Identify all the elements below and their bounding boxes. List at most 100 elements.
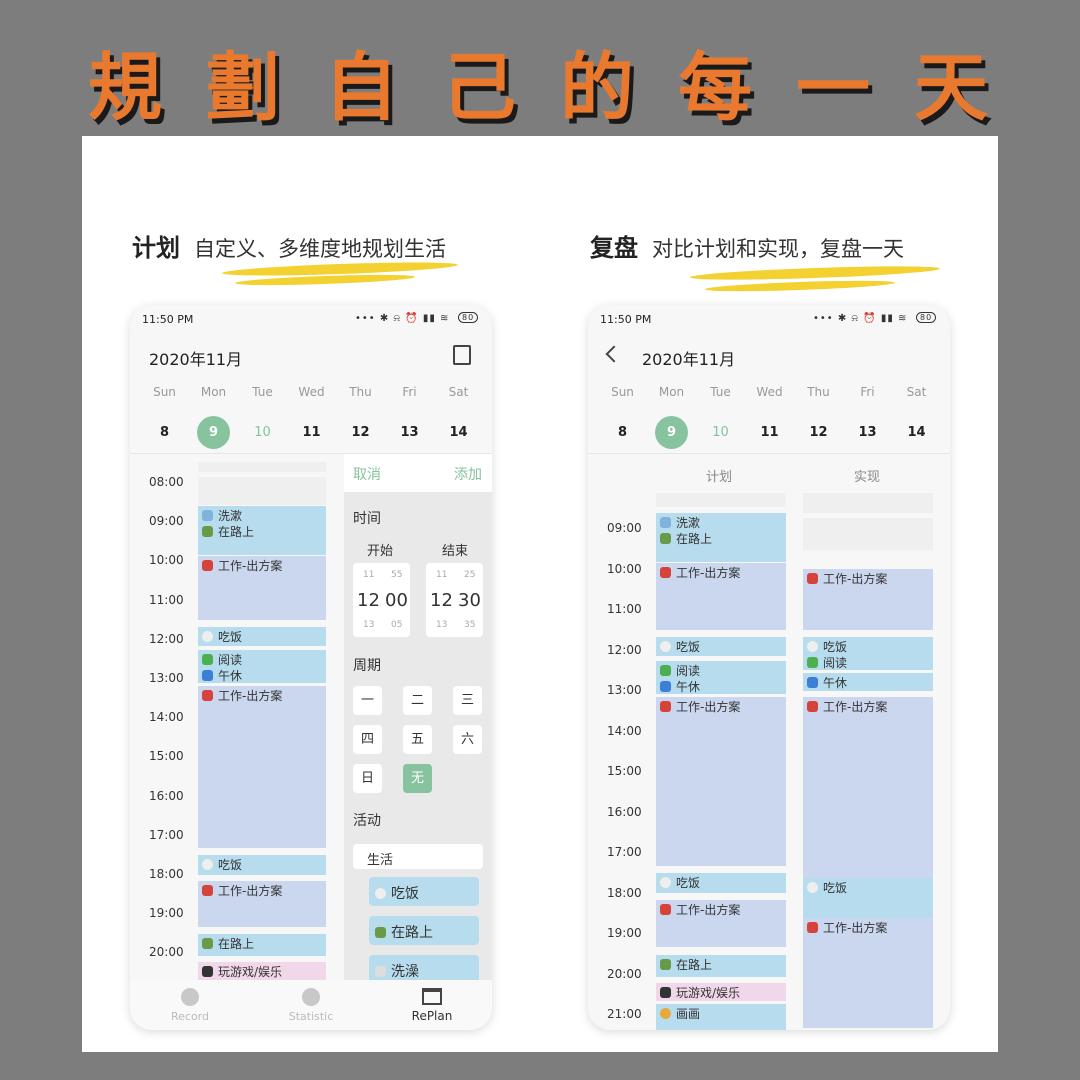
cycle-option[interactable]: 六 [453,725,482,754]
event-block[interactable]: 工作-出方案 [656,900,786,947]
hour-label: 12:00 [149,631,184,646]
event-block[interactable]: 阅读 午休 [198,650,326,683]
sleep-icon [202,670,213,681]
date-selected[interactable]: 9 [189,416,238,449]
event-block[interactable]: 工作-出方案 [803,569,933,630]
event-block[interactable]: 洗漱 在路上 [656,513,786,562]
cycle-option[interactable]: 三 [453,686,482,715]
event-block[interactable]: 午休 [803,673,933,691]
event-label: 玩游戏/娱乐 [218,965,283,979]
date-today[interactable]: 10 [238,425,287,440]
back-icon[interactable] [605,345,623,363]
weekday: Sat [906,385,927,399]
panel-header: 取消 添加 [344,454,492,492]
event-block[interactable]: 吃饭 [656,637,786,656]
activity-label: 洗澡 [391,964,419,980]
event-block[interactable]: 工作-出方案 [656,563,786,630]
cycle-option[interactable]: 二 [403,686,432,715]
hour-label: 20:00 [149,945,184,960]
start-time-picker[interactable]: 11 55 12 00 13 05 [353,563,410,637]
status-time: 11:50 PM [600,313,652,326]
clover-icon [202,654,213,665]
event-block[interactable]: 工作-出方案 [198,881,326,927]
hour-label: 15:00 [607,764,642,778]
date[interactable]: 13 [843,425,892,440]
date[interactable]: 14 [892,425,941,440]
cycle-option[interactable]: 五 [403,725,432,754]
hour-label: 21:00 [607,1007,642,1021]
date[interactable]: 8 [140,425,189,440]
hour-label: 11:00 [607,602,642,616]
hour-label: 20:00 [607,966,642,981]
event-block[interactable]: 在路上 [656,955,786,977]
empty-slot [803,493,933,513]
walking-icon [375,927,386,938]
list-card-icon [422,988,442,1005]
date[interactable]: 12 [336,425,385,440]
cycle-option[interactable]: 四 [353,725,382,754]
cycle-option[interactable]: 日 [353,764,382,793]
weekday: Sat [448,385,469,399]
event-block[interactable]: 工作-出方案 [198,686,326,848]
event-block[interactable]: 工作-出方案 [803,918,933,1028]
activity-item[interactable]: 吃饭 [369,877,479,906]
walking-icon [202,938,213,949]
activity-item[interactable]: 在路上 [369,916,479,945]
event-block[interactable]: 工作-出方案 [656,697,786,866]
notebook-icon[interactable] [453,345,471,365]
rice-icon [375,888,386,899]
event-block[interactable]: 吃饭 [803,878,933,918]
nav-replan[interactable]: RePlan [372,988,492,1030]
event-block[interactable]: 工作-出方案 [198,556,326,620]
activity-label: 在路上 [391,925,433,941]
event-block[interactable]: 玩游戏/娱乐 [656,983,786,1001]
event-block[interactable]: 阅读 午休 [656,661,786,694]
picker-minute: 30 [458,590,481,611]
date[interactable]: 11 [745,425,794,440]
weekday: Thu [807,385,830,399]
event-label: 午休 [823,676,848,690]
event-block[interactable]: 工作-出方案 [803,697,933,878]
event-block[interactable]: 在路上 [198,934,326,956]
date[interactable]: 11 [287,425,336,440]
weekday-row: Sun Mon Tue Wed Thu Fri Sat [598,385,941,399]
date[interactable]: 12 [794,425,843,440]
picker-value: 11 [436,570,448,580]
add-button[interactable]: 添加 [454,464,482,484]
end-time-picker[interactable]: 11 25 12 30 13 35 [426,563,483,637]
santa-icon [807,573,818,584]
cycle-option[interactable]: 一 [353,686,382,715]
clover-icon [660,665,671,676]
status-icons: ••• ✱ ⍾ ⏰ ▮▮ ≋ [813,313,908,324]
event-label: 工作-出方案 [218,689,283,703]
walking-icon [202,526,213,537]
category-select[interactable]: 生活 [353,844,483,869]
hour-label: 08:00 [149,475,184,489]
month-title[interactable]: 2020年11月 [149,346,242,370]
date[interactable]: 13 [385,425,434,440]
event-block[interactable]: 洗漱 在路上 [198,506,326,555]
date-today[interactable]: 10 [696,425,745,440]
nav-record[interactable]: Record [130,988,250,1030]
event-block[interactable]: 画画 [656,1004,786,1030]
date[interactable]: 14 [434,425,483,440]
date[interactable]: 8 [598,425,647,440]
date-selected[interactable]: 9 [647,416,696,449]
weekday-row: Sun Mon Tue Wed Thu Fri Sat [140,385,483,399]
event-block[interactable]: 吃饭 [198,627,326,646]
event-label: 吃饭 [823,640,848,654]
event-block[interactable]: 吃饭 [198,855,326,875]
cycle-option-selected[interactable]: 无 [403,764,432,793]
event-label: 工作-出方案 [823,921,888,935]
event-block[interactable]: 吃饭 阅读 [803,637,933,670]
event-block[interactable]: 吃饭 [656,873,786,893]
santa-icon [202,885,213,896]
hour-label: 17:00 [149,827,184,842]
phone-review: 11:50 PM ••• ✱ ⍾ ⏰ ▮▮ ≋ 80 2020年11月 Sun M… [588,305,950,1030]
event-block[interactable]: 玩游戏/娱乐 [198,962,326,982]
cancel-button[interactable]: 取消 [353,464,381,484]
nav-statistic[interactable]: Statistic [251,988,371,1030]
pie-chart-icon [302,988,320,1006]
hour-label: 17:00 [607,845,642,859]
event-label: 吃饭 [218,630,243,644]
